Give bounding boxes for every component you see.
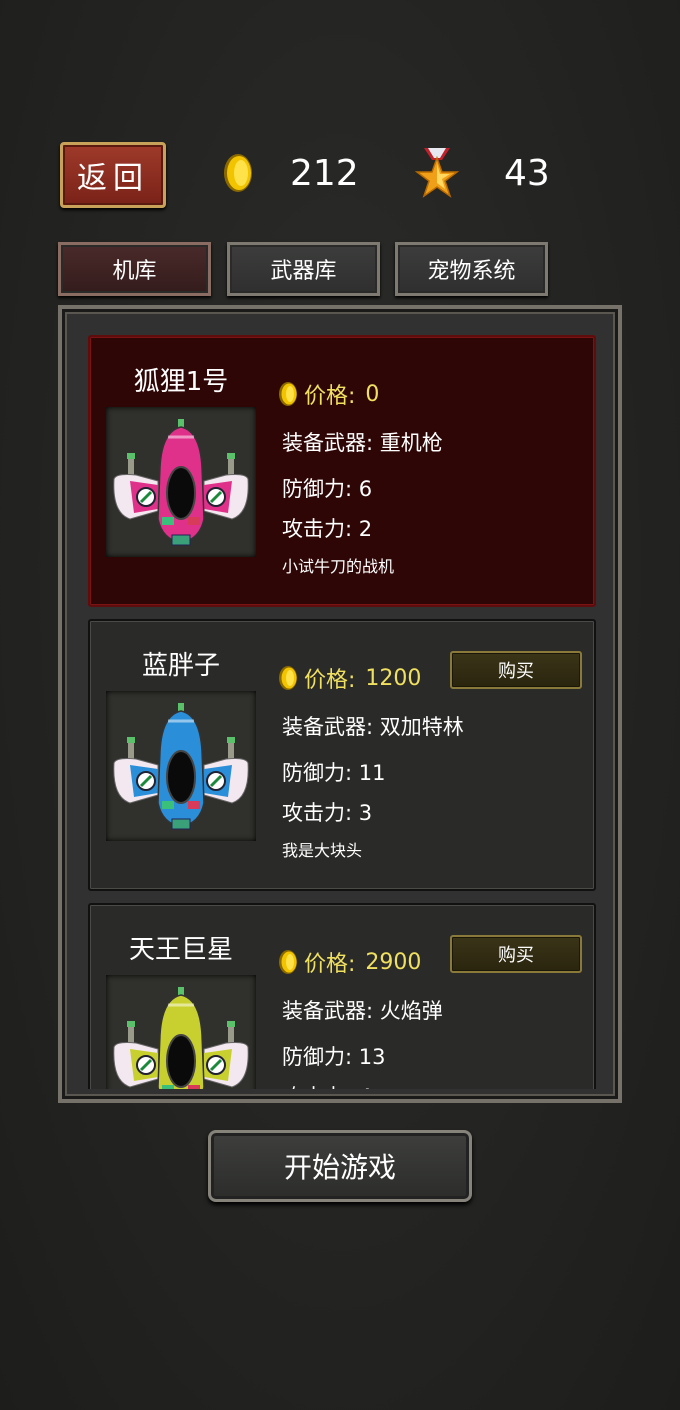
plane-icon (113, 419, 249, 546)
plane-image (106, 975, 256, 1089)
hangar-panel: 狐狸1号 价格: 0 装备武器: 重机枪 防御力: 6 攻击力: 2 小试牛刀的… (58, 305, 622, 1103)
plane-list[interactable]: 狐狸1号 价格: 0 装备武器: 重机枪 防御力: 6 攻击力: 2 小试牛刀的… (82, 329, 598, 1089)
plane-card-blue[interactable]: 蓝胖子 价格: 1200 购买 装备武器: 双加特林 防御力: 11 攻击力: … (88, 619, 596, 891)
start-game-button[interactable]: 开始游戏 (208, 1130, 472, 1202)
coin-count: 212 (290, 153, 359, 194)
plane-name: 蓝胖子 (141, 651, 220, 681)
plane-icon (113, 703, 249, 830)
attack-stat: 攻击力: 2 (282, 517, 373, 541)
weapon-stat: 装备武器: 双加特林 (282, 715, 464, 739)
price-value: 1200 (365, 665, 422, 691)
plane-card-fox[interactable]: 狐狸1号 价格: 0 装备武器: 重机枪 防御力: 6 攻击力: 2 小试牛刀的… (88, 335, 596, 607)
defense-stat: 防御力: 6 (282, 477, 373, 501)
attack-stat: 攻击力: 4 (282, 1081, 372, 1089)
price-label: 价格: (304, 384, 356, 409)
plane-card-superstar[interactable]: 天王巨星 价格: 2900 购买 装备武器: 火焰弹 防御力: 13 攻击力: … (88, 903, 596, 1089)
price-label: 价格: (304, 952, 356, 977)
tab-hangar[interactable]: 机库 (58, 242, 211, 296)
plane-image (106, 691, 256, 841)
buy-button[interactable]: 购买 (450, 651, 582, 689)
tab-armory[interactable]: 武器库 (227, 242, 380, 296)
price-value: 0 (365, 381, 380, 407)
price-label: 价格: (304, 668, 356, 693)
coin-icon (279, 950, 297, 974)
plane-name: 天王巨星 (128, 935, 233, 965)
medal-icon (414, 148, 460, 198)
medal-count: 43 (504, 153, 550, 194)
defense-stat: 防御力: 13 (282, 1045, 386, 1069)
plane-icon (113, 987, 249, 1089)
tab-pet-system[interactable]: 宠物系统 (395, 242, 548, 296)
coin-icon (279, 666, 297, 690)
price-row: 价格: 1200 (278, 661, 421, 695)
plane-description: 小试牛刀的战机 (282, 557, 395, 576)
coin-icon (279, 382, 297, 406)
plane-image (106, 407, 256, 557)
price-row: 价格: 2900 (278, 945, 421, 979)
price-value: 2900 (365, 949, 422, 975)
plane-name: 狐狸1号 (133, 367, 229, 397)
weapon-stat: 装备武器: 重机枪 (282, 431, 443, 455)
coin-icon (224, 154, 252, 192)
buy-button[interactable]: 购买 (450, 935, 582, 973)
back-button[interactable]: 返回 (60, 142, 166, 208)
attack-stat: 攻击力: 3 (282, 801, 373, 825)
plane-description: 我是大块头 (282, 841, 363, 860)
price-row: 价格: 0 (278, 377, 379, 411)
weapon-stat: 装备武器: 火焰弹 (282, 999, 443, 1023)
defense-stat: 防御力: 11 (282, 761, 386, 785)
